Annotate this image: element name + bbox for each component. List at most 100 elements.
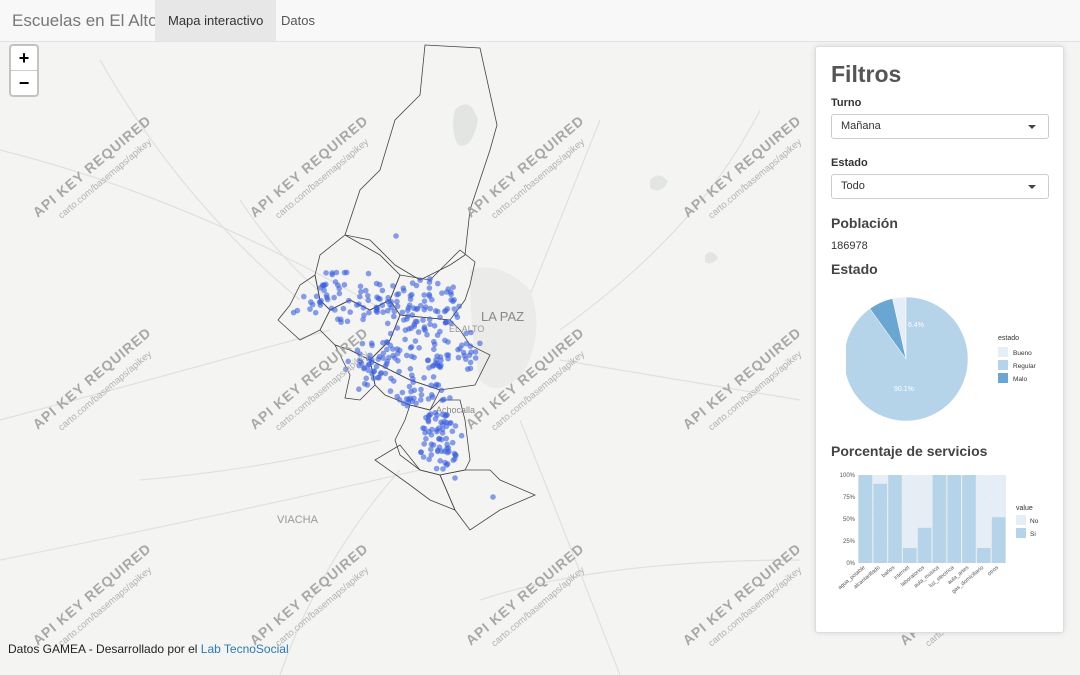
school-point[interactable]	[445, 355, 451, 362]
school-point[interactable]	[423, 436, 429, 442]
school-point[interactable]	[427, 305, 434, 312]
school-point[interactable]	[357, 293, 363, 300]
school-point[interactable]	[450, 284, 457, 291]
school-point[interactable]	[312, 309, 319, 316]
school-point[interactable]	[438, 387, 445, 394]
school-point[interactable]	[346, 297, 352, 304]
school-point[interactable]	[417, 277, 424, 284]
school-point[interactable]	[421, 375, 427, 381]
school-point[interactable]	[411, 395, 417, 402]
school-point[interactable]	[412, 318, 419, 325]
school-point[interactable]	[388, 375, 394, 382]
school-point[interactable]	[404, 316, 410, 322]
school-point[interactable]	[406, 326, 412, 332]
school-point[interactable]	[424, 332, 430, 338]
school-point[interactable]	[477, 340, 483, 347]
school-point[interactable]	[426, 365, 432, 371]
school-point[interactable]	[444, 461, 451, 467]
zoom-out-button[interactable]: −	[11, 70, 37, 95]
school-point[interactable]	[408, 344, 415, 350]
school-point[interactable]	[413, 400, 419, 407]
school-point[interactable]	[468, 329, 474, 336]
school-point[interactable]	[421, 324, 428, 330]
school-point[interactable]	[410, 376, 416, 382]
school-point[interactable]	[396, 397, 403, 403]
school-point[interactable]	[369, 342, 375, 349]
school-point[interactable]	[344, 318, 351, 325]
school-point[interactable]	[358, 288, 364, 295]
school-point[interactable]	[439, 430, 446, 436]
school-point[interactable]	[467, 365, 474, 372]
school-point[interactable]	[441, 396, 447, 403]
school-point[interactable]	[363, 375, 370, 382]
school-point[interactable]	[360, 305, 367, 311]
school-point[interactable]	[442, 319, 449, 326]
school-point[interactable]	[436, 436, 442, 442]
school-point[interactable]	[385, 307, 391, 314]
school-point[interactable]	[390, 283, 396, 289]
school-point[interactable]	[449, 439, 456, 446]
school-point[interactable]	[458, 432, 465, 439]
school-point[interactable]	[490, 494, 496, 500]
school-point[interactable]	[444, 449, 451, 456]
school-point[interactable]	[434, 332, 441, 339]
school-point[interactable]	[307, 306, 313, 312]
school-point[interactable]	[421, 441, 428, 447]
school-point[interactable]	[361, 312, 367, 319]
school-point[interactable]	[431, 346, 437, 353]
school-point[interactable]	[405, 399, 412, 406]
school-point[interactable]	[411, 354, 417, 361]
school-point[interactable]	[413, 282, 420, 289]
school-point[interactable]	[323, 270, 329, 276]
school-point[interactable]	[445, 339, 451, 345]
school-point[interactable]	[415, 329, 422, 335]
school-point[interactable]	[391, 308, 398, 315]
school-point[interactable]	[434, 427, 440, 433]
school-point[interactable]	[431, 323, 438, 329]
school-point[interactable]	[438, 362, 444, 369]
school-point[interactable]	[357, 283, 364, 290]
school-point[interactable]	[347, 309, 354, 315]
school-point[interactable]	[459, 342, 465, 349]
school-point[interactable]	[324, 294, 330, 301]
school-point[interactable]	[361, 364, 368, 371]
school-point[interactable]	[429, 426, 435, 433]
school-point[interactable]	[331, 294, 337, 301]
school-point[interactable]	[356, 386, 362, 393]
turno-select[interactable]: Mañana	[831, 114, 1049, 139]
school-point[interactable]	[416, 345, 422, 351]
school-point[interactable]	[320, 282, 326, 288]
school-point[interactable]	[428, 432, 435, 438]
school-point[interactable]	[332, 307, 338, 313]
school-point[interactable]	[455, 346, 461, 353]
school-point[interactable]	[394, 325, 401, 331]
school-point[interactable]	[452, 423, 459, 429]
school-point[interactable]	[411, 305, 417, 312]
estado-select[interactable]: Todo	[831, 174, 1049, 199]
school-point[interactable]	[354, 302, 360, 308]
school-point[interactable]	[418, 392, 425, 398]
school-point[interactable]	[425, 417, 432, 424]
school-point[interactable]	[427, 411, 434, 417]
school-point[interactable]	[432, 416, 439, 422]
school-point[interactable]	[467, 359, 474, 366]
school-point[interactable]	[460, 349, 467, 356]
school-point[interactable]	[453, 452, 459, 459]
school-point[interactable]	[379, 287, 386, 294]
school-point[interactable]	[394, 303, 401, 310]
school-point[interactable]	[338, 319, 344, 326]
school-point[interactable]	[391, 313, 397, 320]
school-point[interactable]	[374, 294, 380, 301]
school-point[interactable]	[472, 355, 479, 361]
school-point[interactable]	[396, 368, 402, 375]
school-point[interactable]	[340, 305, 347, 312]
school-point[interactable]	[426, 279, 433, 286]
app-brand[interactable]: Escuelas en El Alto	[12, 11, 158, 31]
school-point[interactable]	[407, 366, 414, 372]
school-point[interactable]	[434, 448, 441, 455]
school-point[interactable]	[365, 292, 371, 299]
school-point[interactable]	[333, 269, 340, 276]
school-point[interactable]	[426, 291, 433, 298]
school-point[interactable]	[387, 388, 394, 394]
zoom-in-button[interactable]: +	[11, 46, 37, 70]
